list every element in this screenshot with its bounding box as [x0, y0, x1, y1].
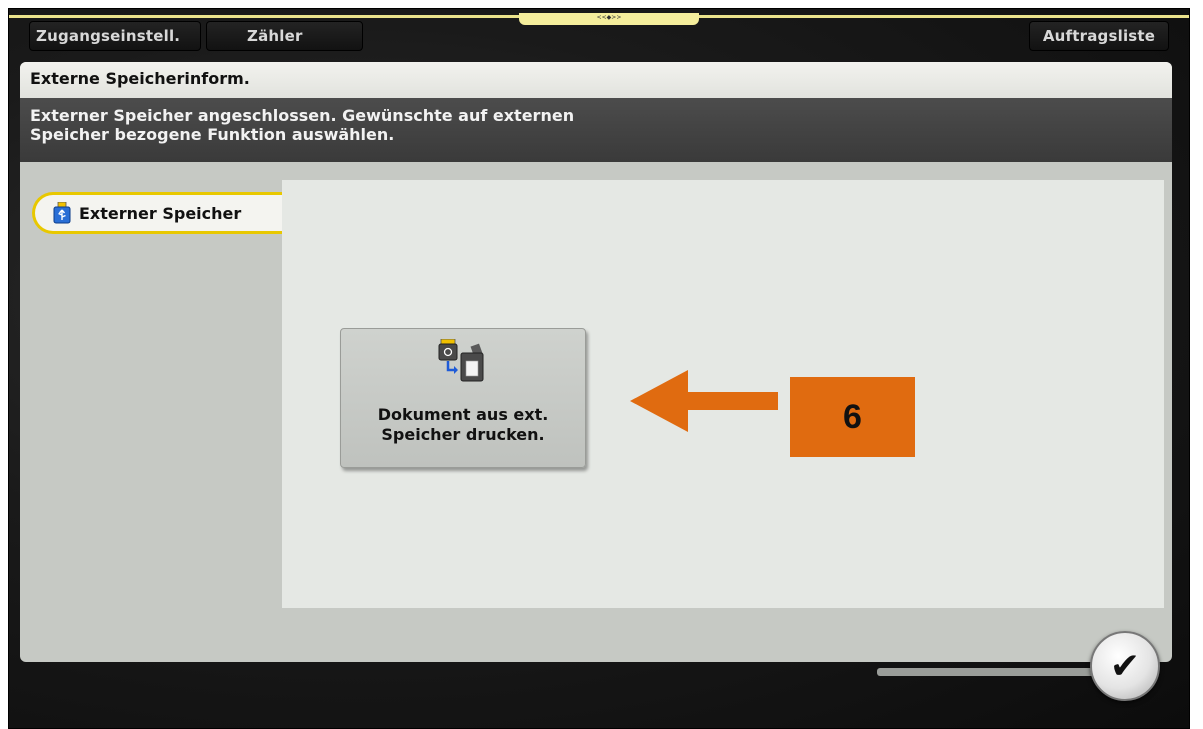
external-memory-panel: Externe Speicherinform. Externer Speiche…	[20, 62, 1172, 662]
print-from-usb-icon	[438, 338, 486, 383]
orange-annotation-arrow	[630, 370, 778, 432]
side-tab-label: Externer Speicher	[79, 203, 242, 223]
tab-access-settings[interactable]: Zugangseinstell.	[29, 21, 201, 51]
usb-memory-icon	[53, 201, 71, 224]
print-document-button-label: Dokument aus ext. Speicher drucken.	[377, 405, 549, 444]
panel-message: Externer Speicher angeschlossen. Gewünsc…	[20, 98, 1172, 162]
step-number-callout: 6	[790, 377, 915, 457]
tab-job-list[interactable]: Auftragsliste	[1029, 21, 1169, 51]
print-document-from-external-memory-button[interactable]: Dokument aus ext. Speicher drucken.	[340, 328, 586, 468]
step-number: 6	[843, 397, 862, 436]
panel-title: Externe Speicherinform.	[20, 62, 1172, 98]
side-tab-external-memory[interactable]: Externer Speicher	[32, 192, 282, 234]
ok-checkmark-button[interactable]: ✔	[1090, 631, 1160, 701]
checkmark-icon: ✔	[1109, 645, 1141, 687]
tab-counter[interactable]: Zähler	[206, 21, 363, 51]
center-panel-handle[interactable]: <<◆>>	[519, 13, 699, 25]
